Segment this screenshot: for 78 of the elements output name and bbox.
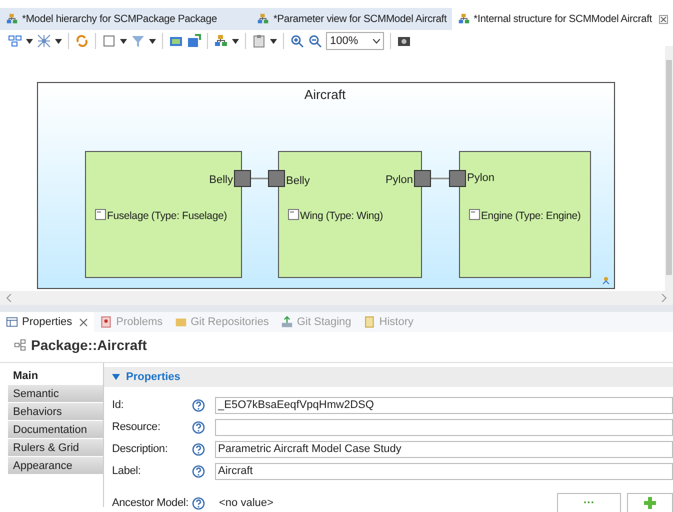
dropdown-caret-icon[interactable] — [55, 38, 62, 44]
text-field[interactable]: Aircraft — [215, 462, 673, 480]
part-block[interactable] — [85, 151, 242, 278]
text-field[interactable]: Parametric Aircraft Model Case Study — [215, 440, 673, 458]
field-label: Id: — [112, 399, 125, 411]
table-icon — [6, 316, 18, 328]
part-label: Wing (Type: Wing) — [300, 210, 383, 222]
help-icon[interactable] — [192, 496, 205, 510]
part-block[interactable] — [278, 151, 422, 278]
side-tab[interactable]: Documentation — [8, 421, 103, 438]
layout-icon[interactable] — [8, 34, 22, 48]
vertical-scrollbar[interactable] — [665, 46, 673, 291]
frame-icon[interactable] — [102, 34, 116, 48]
history-icon — [363, 316, 376, 328]
dropdown-caret-icon[interactable] — [149, 38, 156, 44]
dropdown-caret-icon[interactable] — [26, 38, 33, 44]
browse-button[interactable]: ··· — [557, 493, 621, 512]
port[interactable] — [414, 170, 431, 187]
view-tab[interactable]: Properties — [0, 312, 94, 332]
port[interactable] — [449, 170, 466, 187]
field-value: <no value> — [218, 497, 274, 509]
field-label: Label: — [112, 465, 142, 477]
report-icon — [100, 316, 112, 328]
port-label: Pylon — [467, 172, 495, 184]
upload-icon — [280, 316, 293, 328]
diagram-icon — [6, 13, 18, 25]
editor-tab[interactable]: *Model hierarchy for SCMPackage Package — [0, 8, 222, 30]
diagram-icon[interactable] — [214, 34, 228, 48]
zoom-in-icon[interactable] — [290, 34, 304, 48]
help-icon[interactable] — [192, 464, 205, 478]
dropdown-caret-icon[interactable] — [270, 38, 277, 44]
class-icon — [288, 209, 299, 220]
package-icon — [14, 339, 26, 351]
port-label: Belly — [209, 174, 233, 186]
port[interactable] — [234, 170, 251, 187]
port-label: Belly — [286, 175, 310, 187]
editor-tab[interactable]: *Parameter view for SCMModel Aircraft — [251, 8, 452, 30]
close-icon[interactable] — [79, 318, 88, 326]
dropdown-caret-icon[interactable] — [120, 38, 127, 44]
text-field[interactable]: _E5O7kBsaEeqfVpqHmw2DSQ — [215, 396, 673, 414]
diagram-icon — [458, 13, 470, 25]
close-icon[interactable] — [659, 14, 668, 24]
port-label: Pylon — [385, 174, 413, 186]
block-title: Aircraft — [304, 87, 346, 102]
part-label: Engine (Type: Engine) — [481, 210, 581, 222]
editor-tab[interactable]: *Internal structure for SCMModel Aircraft — [452, 8, 673, 30]
side-tab[interactable]: Rulers & Grid — [8, 439, 103, 456]
part-label: Fuselage (Type: Fuselage) — [107, 210, 227, 222]
diagram-icon — [257, 13, 270, 25]
side-tab[interactable]: Behaviors — [8, 403, 103, 420]
field-label: Resource: — [112, 421, 162, 433]
folder-icon — [174, 316, 187, 328]
properties-title: Package::Aircraft — [31, 337, 147, 353]
collapse-triangle-icon[interactable] — [112, 374, 120, 380]
part-icon — [602, 277, 610, 284]
side-tab[interactable]: Semantic — [8, 385, 103, 402]
camera-icon[interactable] — [397, 34, 411, 48]
part-block[interactable] — [459, 151, 591, 278]
side-tab[interactable]: Appearance — [8, 457, 103, 474]
zoom-dropdown[interactable]: 100% — [326, 32, 384, 50]
text-field[interactable] — [215, 418, 673, 436]
refresh-icon[interactable] — [75, 34, 89, 48]
field-label: Ancestor Model: — [112, 497, 190, 509]
export-icon[interactable] — [187, 34, 201, 48]
help-icon[interactable] — [192, 398, 205, 412]
field-label: Description: — [112, 443, 169, 455]
class-icon — [95, 209, 106, 220]
dropdown-caret-icon[interactable] — [232, 38, 239, 44]
plus-icon — [644, 497, 656, 509]
class-icon — [469, 209, 480, 220]
port[interactable] — [268, 170, 285, 187]
image-icon[interactable] — [169, 34, 183, 48]
chevron-icon[interactable] — [373, 38, 380, 44]
help-icon[interactable] — [192, 442, 205, 456]
clipboard-icon[interactable] — [252, 34, 266, 48]
section-header[interactable]: Properties — [104, 367, 673, 387]
help-icon[interactable] — [192, 420, 205, 434]
zoom-out-icon[interactable] — [308, 34, 322, 48]
